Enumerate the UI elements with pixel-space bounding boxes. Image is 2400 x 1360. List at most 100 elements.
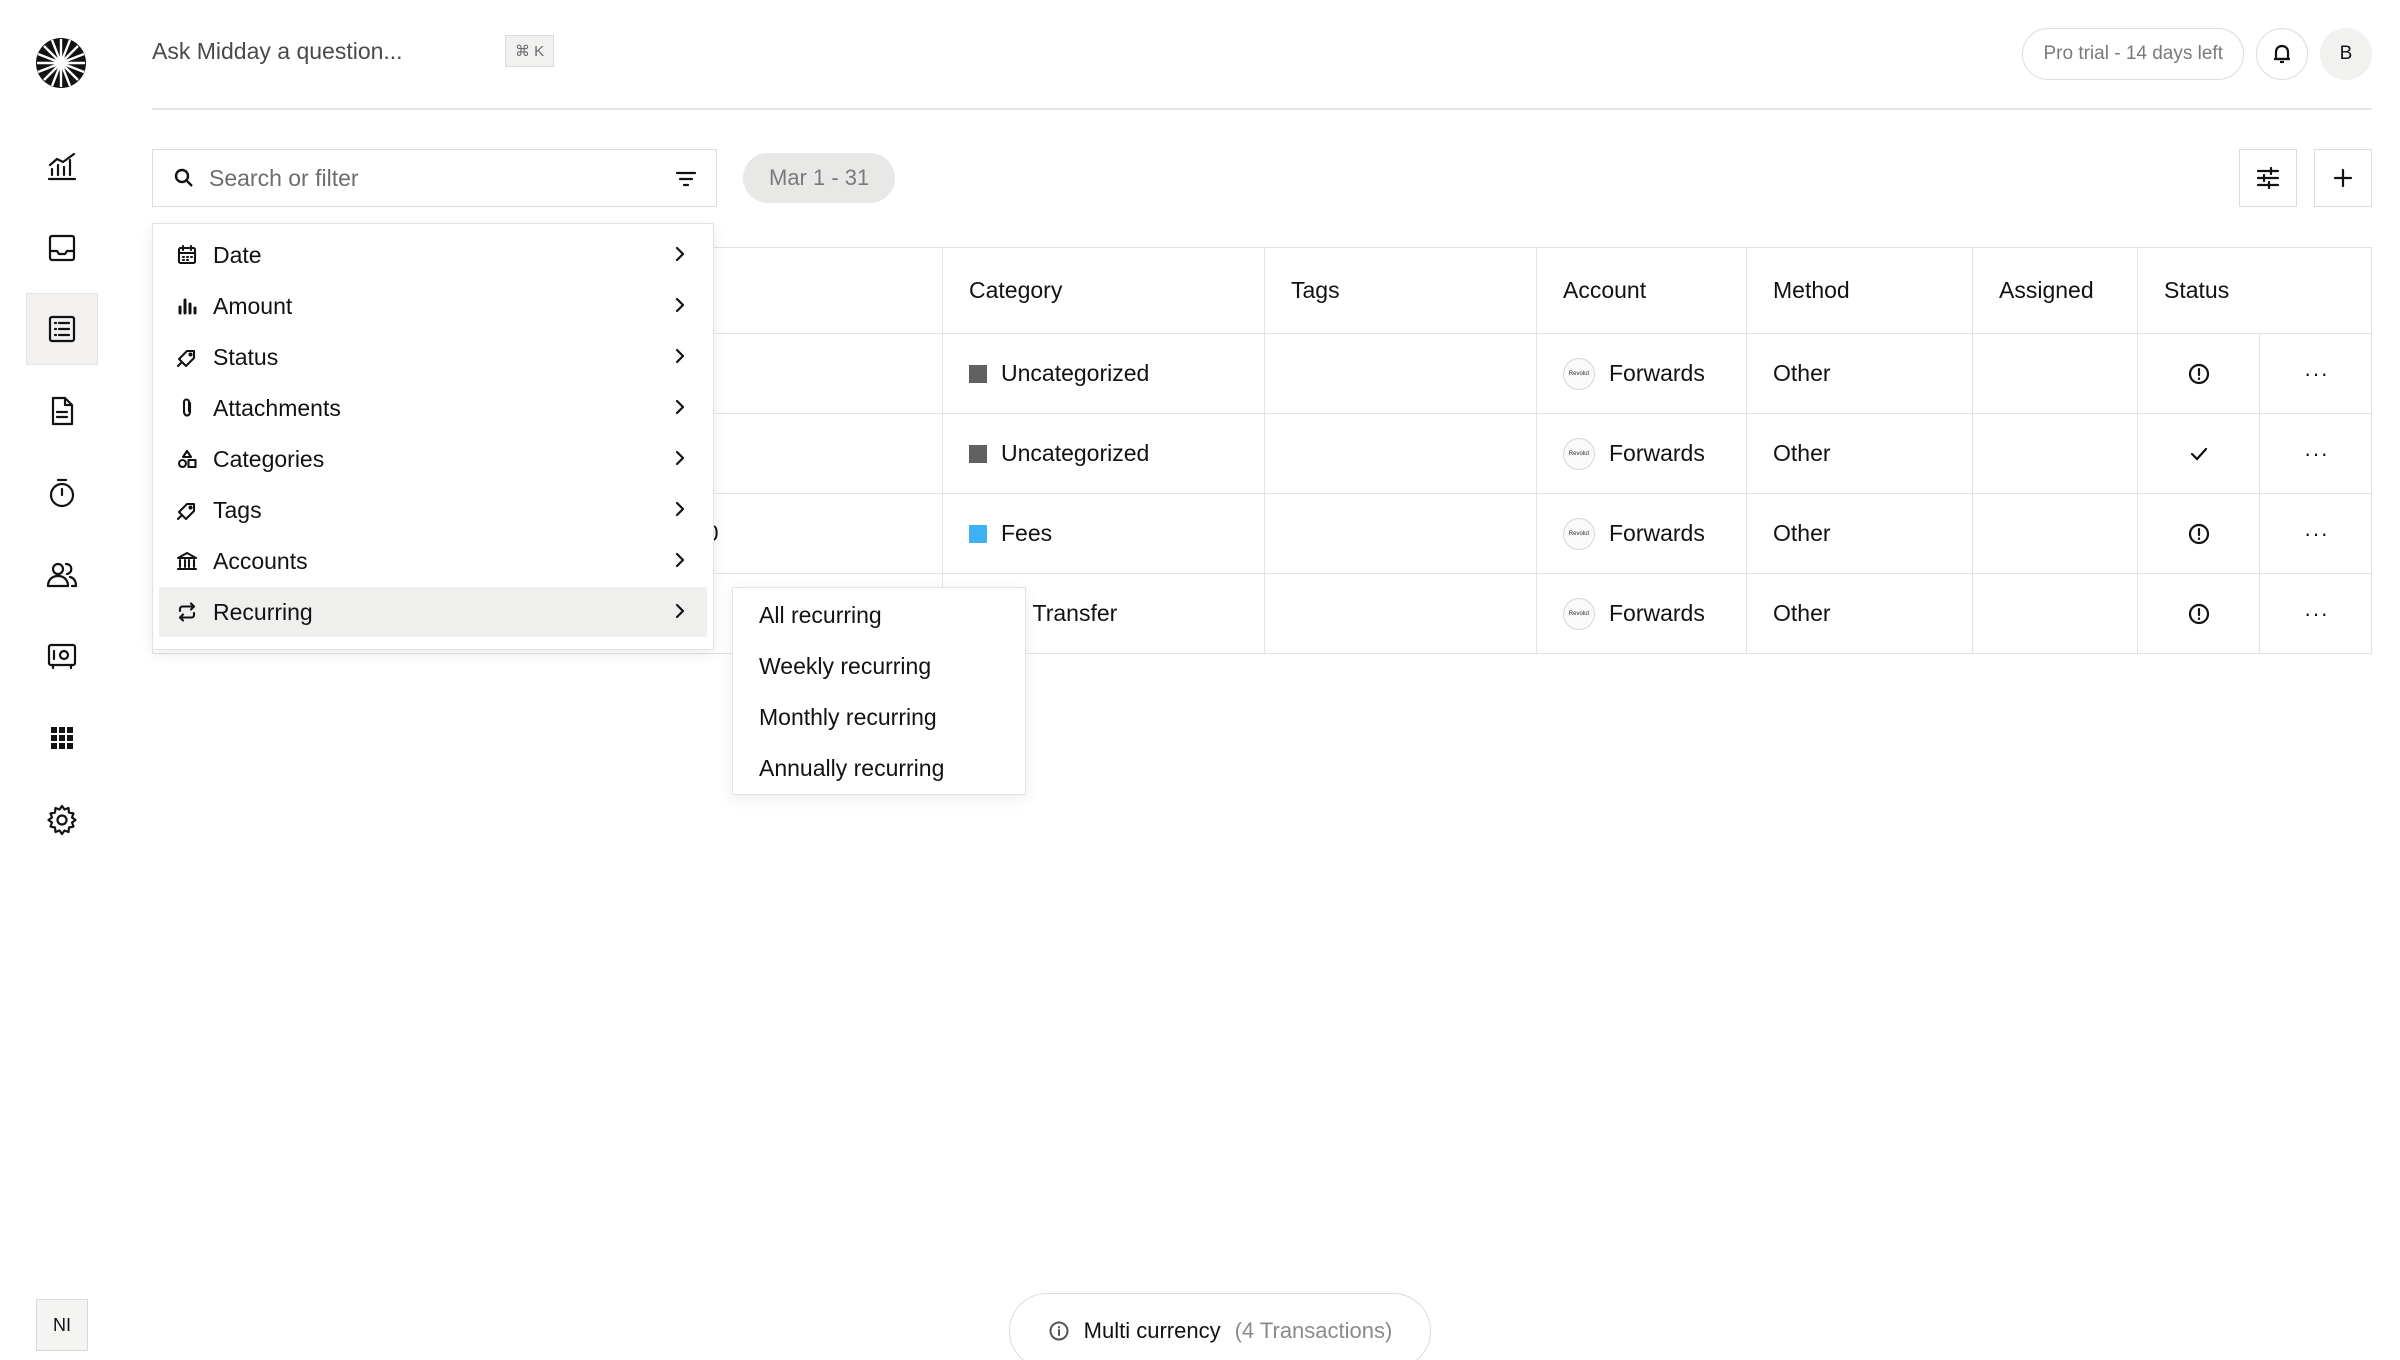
- account-cell: Revolut Forwards: [1537, 574, 1747, 653]
- filter-item-attachments[interactable]: Attachments: [159, 383, 707, 433]
- revolut-logo-icon: Revolut: [1563, 357, 1595, 390]
- chevron-right-icon: [669, 498, 691, 520]
- method-cell: Other: [1747, 574, 1973, 653]
- calendar-icon: [175, 243, 199, 267]
- sidebar-item-vault[interactable]: [26, 620, 98, 692]
- bar-chart-icon: [175, 294, 199, 318]
- midday-logo-icon[interactable]: [35, 37, 87, 89]
- sidebar-item-settings[interactable]: [26, 784, 98, 856]
- grid-icon: [51, 727, 73, 749]
- filter-menu: Date Amount Status Attachments Categorie…: [152, 223, 714, 650]
- sidebar-item-overview[interactable]: [26, 130, 98, 202]
- account-cell: Revolut Forwards: [1537, 494, 1747, 573]
- column-header-category[interactable]: Category: [943, 248, 1265, 333]
- submenu-item-monthly-recurring[interactable]: Monthly recurring: [759, 692, 937, 742]
- column-header-assigned[interactable]: Assigned: [1973, 248, 2138, 333]
- ask-midday-input[interactable]: Ask Midday a question...: [152, 38, 403, 65]
- tags-cell[interactable]: [1265, 574, 1537, 653]
- users-icon: [46, 562, 78, 588]
- sidebar-item-customers[interactable]: [26, 539, 98, 611]
- user-avatar[interactable]: B: [2320, 28, 2372, 80]
- multi-currency-pill[interactable]: Multi currency (4 Transactions): [1009, 1293, 1431, 1360]
- more-icon: ···: [2304, 600, 2329, 626]
- assigned-cell[interactable]: [1973, 414, 2138, 493]
- bell-icon: [2274, 44, 2290, 64]
- top-header: Ask Midday a question... ⌘ K Pro trial -…: [152, 0, 2372, 110]
- row-actions-button[interactable]: ···: [2260, 414, 2373, 493]
- filter-item-label: Status: [213, 343, 279, 370]
- sidebar-item-tracker[interactable]: [26, 457, 98, 529]
- column-header-account[interactable]: Account: [1537, 248, 1747, 333]
- submenu-item-weekly-recurring[interactable]: Weekly recurring: [759, 641, 931, 691]
- revolut-logo-icon: Revolut: [1563, 597, 1595, 630]
- filter-item-label: Date: [213, 241, 262, 268]
- notifications-button[interactable]: [2256, 28, 2308, 80]
- row-actions-button[interactable]: ···: [2260, 334, 2373, 413]
- alert-circle-icon: [2188, 603, 2209, 624]
- workspace-badge[interactable]: NI: [36, 1299, 88, 1351]
- filter-item-recurring[interactable]: Recurring: [159, 587, 707, 637]
- alert-circle-icon: [2188, 363, 2209, 384]
- sidebar-item-invoices[interactable]: [26, 375, 98, 447]
- account-label: Forwards: [1609, 520, 1705, 546]
- column-header-amount[interactable]: nt: [693, 248, 943, 333]
- revolut-logo-icon: Revolut: [1563, 517, 1595, 550]
- tag-icon: [175, 345, 199, 369]
- row-actions-button[interactable]: ···: [2260, 574, 2373, 653]
- filter-item-categories[interactable]: Categories: [159, 434, 707, 484]
- filter-item-status[interactable]: Status: [159, 332, 707, 382]
- sidebar-item-transactions[interactable]: [26, 293, 98, 365]
- account-cell: Revolut Forwards: [1537, 414, 1747, 493]
- row-actions-button[interactable]: ···: [2260, 494, 2373, 573]
- tag-icon: [175, 498, 199, 522]
- assigned-cell[interactable]: [1973, 574, 2138, 653]
- search-input[interactable]: [209, 164, 649, 192]
- date-range-chip[interactable]: Mar 1 - 31: [743, 153, 896, 203]
- timer-icon: [49, 478, 75, 508]
- filter-icon[interactable]: [674, 167, 698, 191]
- status-cell: [2138, 494, 2260, 573]
- assigned-cell[interactable]: [1973, 494, 2138, 573]
- search-icon: [173, 167, 195, 189]
- category-label: Uncategorized: [1001, 440, 1150, 466]
- account-label: Forwards: [1609, 440, 1705, 466]
- shapes-icon: [175, 447, 199, 471]
- column-header-status[interactable]: Status: [2138, 248, 2373, 333]
- column-header-tags[interactable]: Tags: [1265, 248, 1537, 333]
- trial-badge[interactable]: Pro trial - 14 days left: [2022, 28, 2244, 80]
- category-color-swatch: [969, 524, 987, 543]
- category-cell[interactable]: Uncategorized: [943, 414, 1265, 493]
- category-color-swatch: [969, 364, 987, 383]
- tags-cell[interactable]: [1265, 494, 1537, 573]
- assigned-cell[interactable]: [1973, 334, 2138, 413]
- search-filter-box[interactable]: [152, 149, 717, 207]
- sidebar-item-inbox[interactable]: [26, 212, 98, 284]
- filter-item-accounts[interactable]: Accounts: [159, 536, 707, 586]
- column-settings-button[interactable]: [2239, 149, 2297, 207]
- account-cell: Revolut Forwards: [1537, 334, 1747, 413]
- filter-item-label: Tags: [213, 496, 262, 523]
- method-cell: Other: [1747, 494, 1973, 573]
- submenu-item-all-recurring[interactable]: All recurring: [759, 590, 882, 640]
- paperclip-icon: [175, 396, 199, 420]
- method-cell: Other: [1747, 334, 1973, 413]
- vault-icon: [47, 643, 77, 670]
- category-cell[interactable]: Fees: [943, 494, 1265, 573]
- tags-cell[interactable]: [1265, 334, 1537, 413]
- filter-item-tags[interactable]: Tags: [159, 485, 707, 535]
- tags-cell[interactable]: [1265, 414, 1537, 493]
- submenu-item-annually-recurring[interactable]: Annually recurring: [759, 743, 944, 793]
- inbox-icon: [48, 234, 76, 262]
- filter-item-date[interactable]: Date: [159, 230, 707, 280]
- column-header-method[interactable]: Method: [1747, 248, 1973, 333]
- info-icon: [1048, 1320, 1070, 1342]
- category-label: Uncategorized: [1001, 360, 1150, 386]
- chevron-right-icon: [669, 447, 691, 469]
- category-color-swatch: [969, 444, 987, 463]
- sidebar-item-apps[interactable]: [26, 702, 98, 774]
- filter-item-label: Recurring: [213, 598, 313, 625]
- add-transaction-button[interactable]: [2314, 149, 2372, 207]
- filter-item-amount[interactable]: Amount: [159, 281, 707, 331]
- category-cell[interactable]: Uncategorized: [943, 334, 1265, 413]
- plus-icon: [2333, 168, 2353, 188]
